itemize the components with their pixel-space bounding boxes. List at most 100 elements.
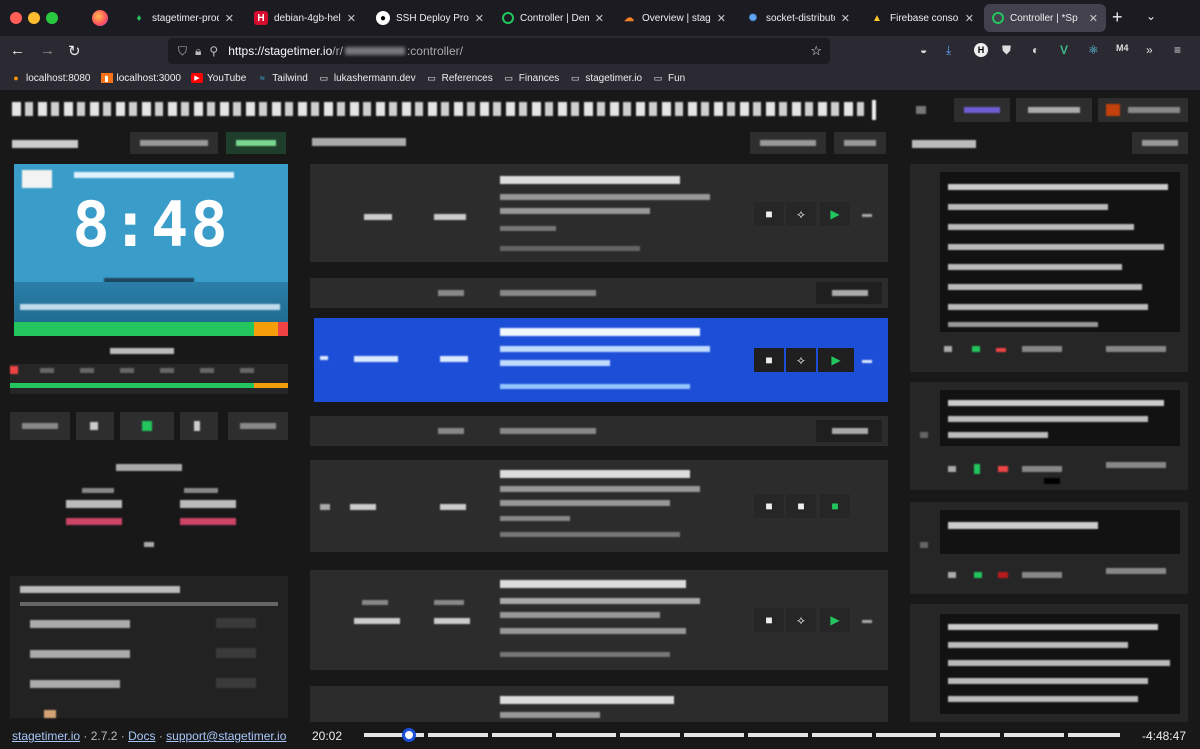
drag-handle-icon[interactable] — [862, 620, 872, 623]
start-timer-button[interactable]: ▶ — [818, 348, 854, 372]
close-tab-icon[interactable]: ✕ — [225, 12, 234, 25]
close-window-icon[interactable] — [10, 12, 22, 24]
brand-link[interactable]: stagetimer.io — [12, 729, 80, 743]
bookmark-localhost-8080[interactable]: ● localhost:8080 — [10, 73, 90, 84]
extension-circle-icon[interactable]: ◐ — [1032, 43, 1039, 57]
skip-timer-button[interactable]: ⟡ — [786, 202, 816, 226]
timer-gap-row[interactable] — [310, 278, 888, 308]
close-tab-icon[interactable]: ✕ — [1089, 12, 1098, 25]
add-time-button[interactable] — [180, 500, 236, 508]
tracking-protection-icon[interactable]: ⚲ — [209, 44, 218, 58]
message-text-area[interactable] — [940, 510, 1180, 554]
previous-timer-button[interactable] — [10, 412, 70, 440]
close-tab-icon[interactable]: ✕ — [595, 12, 604, 25]
minimize-window-icon[interactable] — [28, 12, 40, 24]
reset-timer-button[interactable]: ■ — [754, 608, 784, 632]
add-time-button[interactable] — [66, 500, 122, 508]
skip-timer-button[interactable]: ⟡ — [786, 348, 816, 372]
overflow-chevrons-icon[interactable]: » — [1146, 43, 1153, 57]
honey-extension-icon[interactable]: H — [974, 43, 988, 57]
hamburger-menu-icon[interactable]: ≡ — [1174, 43, 1181, 57]
message-text-area[interactable] — [940, 614, 1180, 714]
timer-row[interactable]: ■ ⟡ ▶ — [310, 570, 888, 670]
message-card[interactable] — [910, 604, 1188, 722]
m4-extension-icon[interactable]: M4 — [1116, 43, 1129, 53]
subtract-time-button[interactable] — [180, 518, 236, 525]
tab-6[interactable]: ▲ Firebase console ✕ — [862, 4, 982, 32]
message-card[interactable] — [910, 502, 1188, 594]
stop-button[interactable] — [76, 412, 114, 440]
ublock-icon[interactable]: ⛊ — [1002, 43, 1011, 58]
bookmark-youtube[interactable]: ▶ YouTube — [191, 73, 246, 84]
downloads-icon[interactable]: ⤓ — [946, 43, 951, 58]
timer-gap-row[interactable] — [310, 416, 888, 446]
message-text-area[interactable] — [940, 390, 1180, 446]
account-button[interactable] — [1098, 98, 1188, 122]
close-tab-icon[interactable]: ✕ — [841, 12, 850, 25]
new-tab-icon[interactable]: + — [1112, 7, 1123, 28]
next-timer-button[interactable] — [228, 412, 288, 440]
pocket-icon[interactable]: ◒ — [920, 43, 927, 57]
drag-handle-icon[interactable] — [862, 214, 872, 217]
timer-menu-button[interactable] — [834, 132, 886, 154]
bookmark-fun[interactable]: ▭ Fun — [652, 73, 686, 84]
forward-icon[interactable]: → — [40, 42, 55, 59]
tab-1[interactable]: Hdebian-4gb-hel1-2✕ — [246, 4, 364, 32]
timeline-playhead[interactable] — [402, 728, 417, 742]
timer-row-active[interactable]: ■ ⟡ ▶ — [314, 318, 888, 402]
close-tab-icon[interactable]: ✕ — [965, 12, 974, 25]
message-card[interactable] — [910, 164, 1188, 372]
shield-icon[interactable]: ⛉ — [178, 44, 187, 59]
reload-icon[interactable]: ↻ — [68, 42, 81, 60]
timer-row[interactable]: ■ ⟡ ▶ — [310, 164, 888, 262]
edit-icon[interactable] — [916, 106, 926, 114]
tab-7[interactable]: Controller | *Sp ✕ — [984, 4, 1106, 32]
viewer-link-button[interactable] — [130, 132, 218, 154]
message-text-area[interactable] — [940, 172, 1180, 332]
support-link[interactable]: support@stagetimer.io — [166, 729, 286, 743]
firefox-icon[interactable] — [92, 10, 108, 26]
skip-timer-button[interactable]: ■ — [786, 494, 816, 518]
start-timer-button[interactable]: ■ — [820, 494, 850, 518]
star-bookmark-icon[interactable]: ☆ — [810, 43, 822, 59]
drag-handle-icon[interactable] — [862, 360, 872, 363]
zoom-window-icon[interactable] — [46, 12, 58, 24]
timer-row[interactable] — [310, 686, 888, 722]
settings-button[interactable] — [1016, 98, 1092, 122]
timer-preview[interactable]: 8:48 — [14, 164, 288, 336]
fullscreen-button[interactable] — [226, 132, 286, 154]
chevron-down-icon[interactable]: ⌄ — [1146, 9, 1156, 23]
bookmark-tailwind[interactable]: ≈ Tailwind — [256, 73, 308, 84]
start-timer-button[interactable]: ▶ — [820, 202, 850, 226]
close-tab-icon[interactable]: ✕ — [717, 12, 726, 25]
reset-timer-button[interactable]: ■ — [754, 348, 784, 372]
pause-button[interactable] — [180, 412, 218, 440]
tab-0[interactable]: ♦stagetimer-prod-1✕ — [124, 4, 242, 32]
reset-timer-button[interactable]: ■ — [754, 202, 784, 226]
add-timer-button[interactable] — [750, 132, 826, 154]
timeline-track[interactable] — [364, 728, 1120, 742]
bookmark-lukashermann[interactable]: ▭ lukashermann.dev — [318, 73, 416, 84]
bookmark-references[interactable]: ▭ References — [426, 73, 492, 84]
skip-timer-button[interactable]: ⟡ — [786, 608, 816, 632]
reset-timer-button[interactable]: ■ — [754, 494, 784, 518]
start-timer-button[interactable]: ▶ — [820, 608, 850, 632]
back-icon[interactable]: ← — [10, 42, 25, 59]
close-tab-icon[interactable]: ✕ — [347, 12, 356, 25]
bookmark-finances[interactable]: ▭ Finances — [503, 73, 559, 84]
tab-5[interactable]: ✺socket-distributor-✕ — [738, 4, 858, 32]
tab-3[interactable]: Controller | Dem ✕ — [494, 4, 612, 32]
gap-action-button[interactable] — [816, 420, 882, 442]
tab-2[interactable]: ●SSH Deploy Produ✕ — [368, 4, 492, 32]
add-message-button[interactable] — [1132, 132, 1188, 154]
timer-row[interactable]: ■ ■ ■ — [310, 460, 888, 552]
bookmark-localhost-3000[interactable]: ▮ localhost:3000 — [100, 73, 181, 84]
bookmark-stagetimer[interactable]: ▭ stagetimer.io — [569, 73, 642, 84]
react-devtools-icon[interactable]: ⚛ — [1088, 43, 1099, 57]
share-button[interactable] — [954, 98, 1010, 122]
subtract-time-button[interactable] — [66, 518, 122, 525]
room-title[interactable] — [12, 102, 864, 116]
play-button[interactable] — [120, 412, 174, 440]
docs-link[interactable]: Docs — [128, 729, 155, 743]
tab-4[interactable]: ☁Overview | stageti✕ — [614, 4, 734, 32]
